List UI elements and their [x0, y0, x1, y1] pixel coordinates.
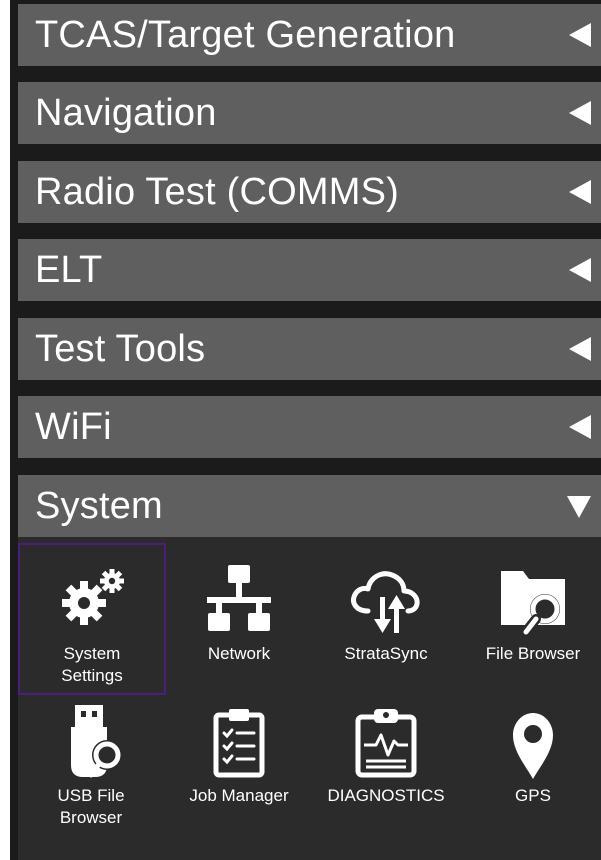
app-label: StrataSync: [344, 644, 428, 663]
app-frame: TCAS/Target Generation Navigation Radio …: [10, 0, 601, 860]
app-system-settings[interactable]: System Settings: [18, 543, 166, 695]
menu-item-label: Test Tools: [35, 327, 206, 370]
expand-arrow-icon: [567, 496, 591, 518]
menu-item-label: WiFi: [35, 405, 112, 448]
collapse-arrow-icon: [569, 337, 591, 361]
app-diagnostics[interactable]: DIAGNOSTICS: [313, 697, 459, 847]
app-file-browser[interactable]: File Browser: [460, 543, 601, 693]
app-label: System Settings: [61, 644, 123, 685]
app-label: Network: [207, 644, 271, 663]
system-apps-panel: System Settings Network StrataSync File …: [18, 537, 601, 860]
menu-item-wifi[interactable]: WiFi: [18, 396, 601, 458]
diagnostics-icon: [355, 709, 417, 778]
menu-item-navigation[interactable]: Navigation: [18, 82, 601, 144]
app-label: GPS: [515, 786, 551, 805]
collapse-arrow-icon: [569, 23, 591, 47]
menu-item-elt[interactable]: ELT: [18, 239, 601, 301]
app-label: Job Manager: [189, 786, 289, 805]
menu-item-label: TCAS/Target Generation: [35, 13, 456, 56]
menu-item-label: Navigation: [35, 91, 217, 134]
menu-item-label: ELT: [35, 248, 103, 291]
menu-item-label: Radio Test (COMMS): [35, 170, 399, 213]
collapse-arrow-icon: [569, 101, 591, 125]
network-icon: [207, 565, 271, 631]
menu-item-label: System: [35, 484, 163, 527]
usb-search-icon: [71, 705, 122, 778]
collapse-arrow-icon: [569, 180, 591, 204]
menu-item-tcas[interactable]: TCAS/Target Generation: [18, 4, 601, 66]
cloud-sync-icon: [351, 571, 420, 633]
app-network[interactable]: Network: [166, 543, 312, 693]
collapse-arrow-icon: [569, 415, 591, 439]
gears-icon: [62, 569, 124, 625]
app-usb-file-browser[interactable]: USB File Browser: [18, 697, 164, 847]
clipboard-checklist-icon: [213, 709, 265, 778]
app-label: USB File Browser: [57, 786, 125, 827]
app-label: DIAGNOSTICS: [327, 786, 445, 805]
menu-item-radio-test[interactable]: Radio Test (COMMS): [18, 161, 601, 223]
app-job-manager[interactable]: Job Manager: [166, 697, 312, 847]
menu-item-system[interactable]: System: [18, 475, 601, 537]
app-stratasync[interactable]: StrataSync: [313, 543, 459, 693]
collapse-arrow-icon: [569, 258, 591, 282]
map-pin-icon: [513, 713, 553, 779]
app-label: File Browser: [485, 644, 581, 663]
folder-search-icon: [501, 571, 565, 638]
app-gps[interactable]: GPS: [460, 697, 601, 847]
menu-item-test-tools[interactable]: Test Tools: [18, 318, 601, 380]
